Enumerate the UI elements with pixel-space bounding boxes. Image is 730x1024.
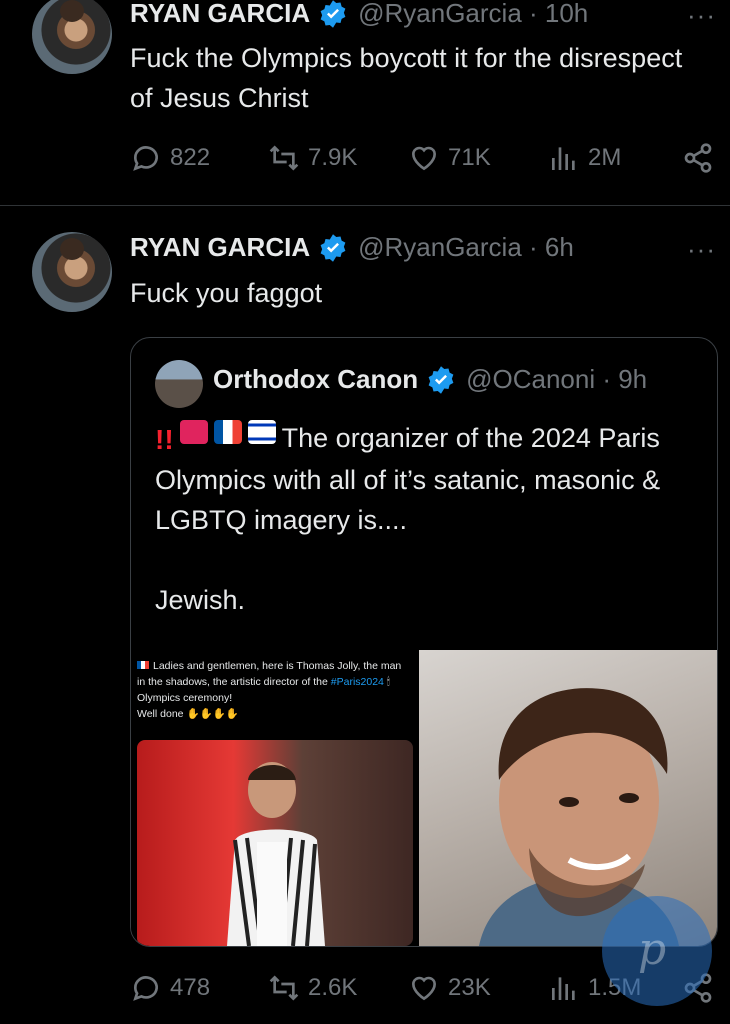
tweet-header: RYAN GARCIA @RyanGarcia · 10h — [130, 0, 588, 29]
emoji-row: !! — [155, 419, 276, 460]
quoted-tweet[interactable]: Orthodox Canon @OCanoni · 9h !! The orga… — [130, 337, 718, 947]
verified-icon — [320, 0, 346, 28]
torch-icon: 🕯 — [386, 676, 390, 688]
france-flag-icon — [137, 661, 149, 669]
quoted-header: Orthodox Canon @OCanoni · 9h — [213, 364, 647, 395]
retweet-count: 2.6K — [308, 974, 358, 1001]
quoted-author-handle[interactable]: @OCanoni · 9h — [466, 364, 647, 395]
clap-icons: ✋✋✋✋ — [186, 708, 239, 720]
retweet-button[interactable]: 7.9K — [268, 142, 357, 174]
like-icon — [411, 976, 437, 1001]
reply-count: 822 — [170, 144, 211, 171]
views-icon — [552, 977, 575, 1000]
israel-flag-icon — [247, 419, 276, 444]
watermark-logo: p — [602, 896, 712, 1006]
author-handle[interactable]: @RyanGarcia · 10h — [358, 0, 588, 29]
embedded-text: Ladies and gentlemen, here is Thomas Jol… — [137, 658, 407, 722]
tweet-text: Fuck the Olympics boycott it for the dis… — [130, 43, 683, 113]
views-count: 2M — [588, 144, 622, 171]
avatar[interactable] — [32, 0, 112, 74]
like-button[interactable]: 71K — [408, 142, 491, 174]
like-icon — [411, 146, 437, 171]
share-button[interactable] — [682, 142, 722, 174]
quoted-text: !! The organizer of the 2024 Paris Olymp… — [155, 418, 695, 620]
retweet-icon — [269, 975, 299, 1001]
embedded-line2: Olympics ceremony! — [137, 692, 233, 704]
tweet-divider — [0, 205, 730, 206]
quoted-avatar[interactable] — [155, 360, 203, 408]
person-photo — [227, 762, 325, 946]
like-button[interactable]: 23K — [408, 972, 491, 1004]
views-icon — [552, 147, 575, 170]
tweet-1[interactable]: RYAN GARCIA @RyanGarcia · 10h ··· Fuck t… — [0, 0, 730, 205]
retweet-icon — [269, 145, 299, 171]
tweet-text: Fuck you faggot — [130, 278, 323, 308]
views-button[interactable]: 2M — [548, 142, 621, 174]
author-name[interactable]: RYAN GARCIA — [130, 232, 310, 263]
reply-count: 478 — [170, 974, 211, 1001]
verified-icon — [320, 233, 346, 262]
share-icon — [684, 143, 712, 173]
retweet-button[interactable]: 2.6K — [268, 972, 357, 1004]
avatar[interactable] — [32, 232, 112, 312]
quoted-text-final: Jewish. — [155, 584, 246, 615]
rotating-light-icon — [179, 419, 208, 444]
double-exclamation-icon: !! — [155, 423, 174, 455]
embedded-screenshot[interactable]: Ladies and gentlemen, here is Thomas Jol… — [131, 650, 417, 946]
tweet-header: RYAN GARCIA @RyanGarcia · 6h — [130, 232, 574, 263]
like-count: 71K — [448, 144, 491, 171]
more-options-icon[interactable]: ··· — [687, 234, 716, 265]
verified-icon — [428, 365, 454, 394]
reply-icon — [133, 976, 158, 1001]
embedded-hashtag[interactable]: #Paris2024 — [331, 676, 384, 688]
embedded-line3: Well done — [137, 708, 184, 720]
retweet-count: 7.9K — [308, 144, 358, 171]
author-name[interactable]: RYAN GARCIA — [130, 0, 310, 29]
embedded-photo — [137, 740, 413, 946]
france-flag-icon — [213, 419, 242, 444]
author-handle[interactable]: @RyanGarcia · 6h — [358, 232, 574, 263]
quoted-author-name[interactable]: Orthodox Canon — [213, 364, 418, 395]
like-count: 23K — [448, 974, 491, 1001]
reply-button[interactable]: 478 — [130, 972, 210, 1004]
reply-icon — [133, 146, 158, 171]
tweet-actions: 822 7.9K 71K 2M — [130, 142, 720, 182]
reply-button[interactable]: 822 — [130, 142, 210, 174]
more-options-icon[interactable]: ··· — [687, 0, 716, 31]
